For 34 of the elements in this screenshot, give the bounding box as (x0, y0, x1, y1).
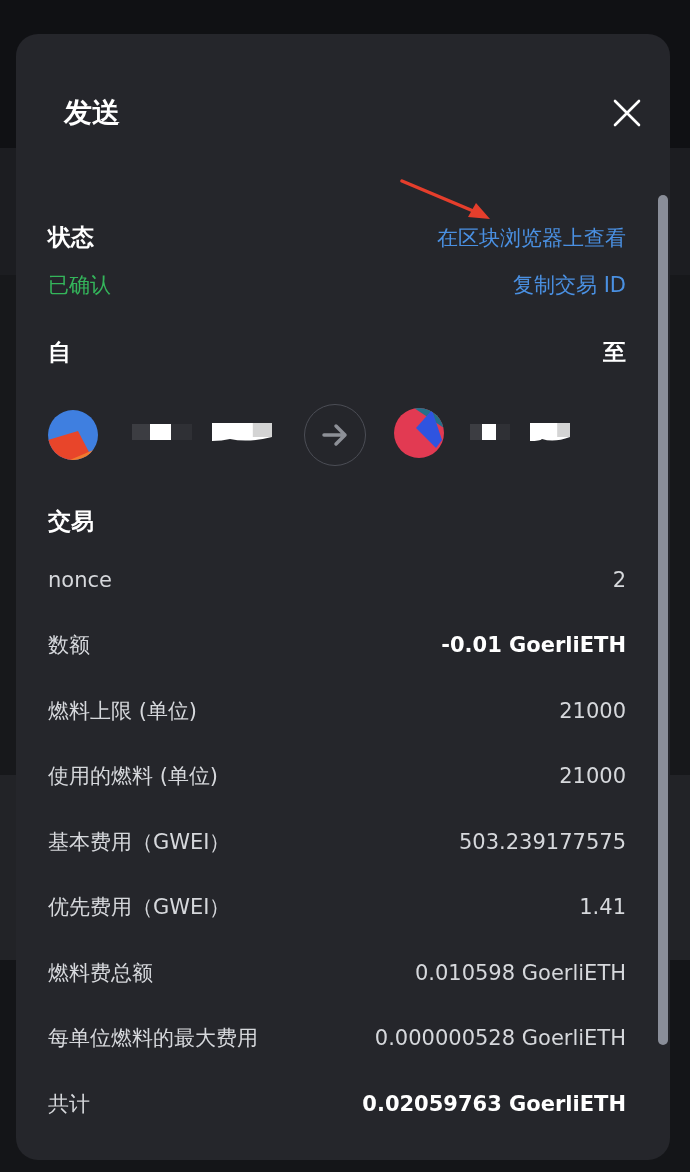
copy-id-link[interactable]: 复制交易 ID (512, 271, 626, 299)
to-label: 至 (603, 338, 626, 367)
detail-value: 503.239177575 (459, 829, 626, 854)
redaction-drawing (132, 424, 192, 442)
explorer-link[interactable]: 在区块浏览器上查看 (437, 223, 626, 252)
scrollbar[interactable] (658, 195, 668, 1045)
dialog-title: 发送 (64, 95, 120, 131)
identicon-icon (48, 410, 98, 460)
detail-label: 基本费用（GWEI） (48, 828, 231, 856)
detail-value: 0.000000528 GoerliETH (374, 1026, 626, 1051)
detail-value: 0.02059763 GoerliETH (362, 1091, 626, 1116)
detail-label: 优先费用（GWEI） (48, 894, 231, 922)
transaction-heading: 交易 (48, 507, 94, 536)
detail-label: nonce (48, 567, 112, 592)
redaction-drawing (212, 423, 272, 443)
detail-value: 21000 (559, 764, 626, 789)
detail-label: 燃料上限 (单位) (48, 697, 198, 725)
detail-value: 21000 (559, 698, 626, 723)
identicon-icon (394, 408, 444, 458)
detail-label: 燃料费总额 (48, 959, 153, 987)
close-button[interactable] (612, 98, 642, 128)
detail-label: 使用的燃料 (单位) (48, 763, 219, 791)
detail-label: 共计 (48, 1090, 90, 1118)
detail-label: 数额 (48, 632, 90, 660)
redaction-drawing (530, 423, 570, 443)
redaction-drawing (470, 424, 510, 442)
detail-label: 每单位燃料的最大费用 (48, 1025, 258, 1053)
status-label: 状态 (48, 223, 94, 252)
detail-value: -0.01 GoerliETH (441, 633, 626, 658)
detail-value: 0.010598 GoerliETH (414, 960, 626, 985)
from-label: 自 (48, 338, 71, 367)
status-value: 已确认 (48, 272, 111, 299)
detail-value: 2 (612, 567, 626, 592)
detail-value: 1.41 (579, 895, 626, 920)
